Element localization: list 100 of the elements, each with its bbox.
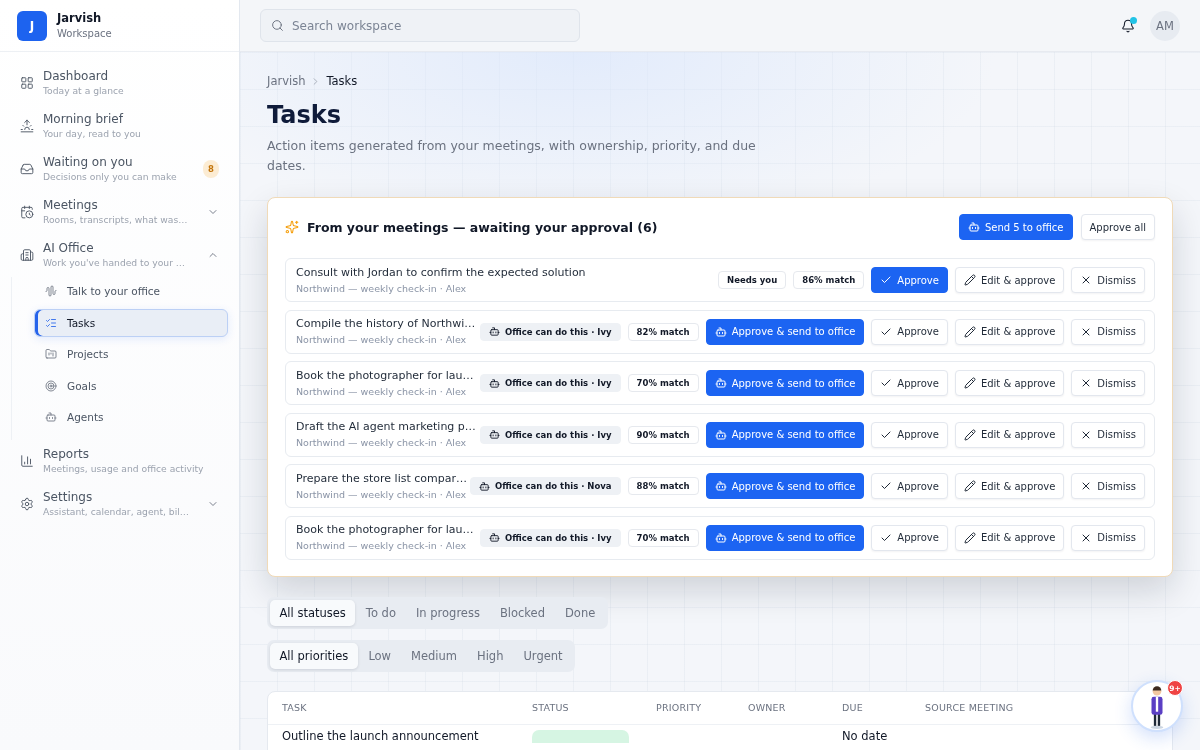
dismiss-button[interactable]: Dismiss <box>1071 421 1145 448</box>
dismiss-button[interactable]: Dismiss <box>1071 370 1145 397</box>
approve-send-button[interactable]: Approve & send to office <box>705 370 865 397</box>
task-title: Book the photographer for lau… <box>296 523 474 538</box>
breadcrumb-current: Tasks <box>326 74 358 88</box>
pencil-icon <box>963 531 976 544</box>
dismiss-button[interactable]: Dismiss <box>1071 473 1145 500</box>
task-title: Draft the AI agent marketing p… <box>296 420 476 435</box>
filter-option[interactable]: All priorities <box>270 642 358 669</box>
filter-option[interactable]: Medium <box>401 642 467 669</box>
edit-approve-button[interactable]: Edit & approve <box>954 370 1065 397</box>
filter-option[interactable]: Blocked <box>490 599 555 626</box>
approve-button[interactable]: Approve <box>871 524 948 551</box>
bar-chart-icon <box>20 454 34 469</box>
nav-item[interactable]: Morning brief Your day, read to you <box>0 105 239 148</box>
column-header[interactable]: STATUS <box>532 702 569 714</box>
pencil-icon <box>963 274 976 286</box>
filter-option[interactable]: To do <box>356 599 406 626</box>
nav-item[interactable]: Settings Assistant, calendar, agent, bil… <box>0 483 239 527</box>
checklist-icon <box>45 316 57 329</box>
edit-approve-button[interactable]: Edit & approve <box>954 524 1065 551</box>
filter-option[interactable]: All statuses <box>270 599 356 626</box>
column-header[interactable]: SOURCE MEETING <box>925 702 1014 714</box>
dismiss-button[interactable]: Dismiss <box>1071 318 1145 345</box>
edit-approve-button[interactable]: Edit & approve <box>954 318 1065 345</box>
approve-button[interactable]: Approve <box>871 267 948 293</box>
person-figure-icon <box>1149 685 1165 729</box>
target-icon <box>45 379 57 392</box>
column-header[interactable]: TASK <box>282 702 307 714</box>
task-source: Northwind — weekly check-in · Alex <box>296 384 467 398</box>
approve-all-button[interactable]: Approve all <box>1080 214 1155 240</box>
match-score: 70% match <box>627 528 699 547</box>
dismiss-button[interactable]: Dismiss <box>1071 267 1145 293</box>
folder-icon <box>45 348 57 361</box>
user-avatar[interactable]: AM <box>1150 10 1180 41</box>
workspace-label: Workspace <box>57 26 112 41</box>
edit-approve-button[interactable]: Edit & approve <box>954 473 1065 500</box>
nav-item[interactable]: Meetings Rooms, transcripts, what was… <box>0 191 239 234</box>
approve-button[interactable]: Approve <box>871 318 948 345</box>
task-title: Prepare the store list compar… <box>296 471 467 486</box>
task-title: Book the photographer for lau… <box>296 368 474 383</box>
task-source: Northwind — weekly check-in · Alex <box>296 487 467 501</box>
dismiss-button[interactable]: Dismiss <box>1071 524 1145 551</box>
agent-label: Office can do this · Ivy <box>504 378 612 389</box>
agent-label: Office can do this · Nova <box>494 481 612 492</box>
approve-send-button[interactable]: Approve & send to office <box>705 318 865 345</box>
search-input[interactable]: Search workspace <box>292 18 569 33</box>
filter-option[interactable]: High <box>467 642 513 669</box>
robot-icon <box>714 480 727 493</box>
waveform-icon <box>45 285 57 297</box>
approve-button[interactable]: Approve <box>871 421 948 448</box>
nav-subitem[interactable]: Tasks <box>34 308 228 337</box>
task-source: Northwind — weekly check-in · Alex <box>296 436 467 450</box>
robot-icon <box>714 325 727 338</box>
column-header[interactable]: PRIORITY <box>656 702 702 714</box>
nav-item[interactable]: Waiting on you Decisions only you can make 8 <box>0 148 239 191</box>
bell-icon <box>1121 18 1135 33</box>
nav-item[interactable]: Dashboard Today at a glance <box>0 62 239 105</box>
pencil-icon <box>963 377 976 390</box>
column-header[interactable]: OWNER <box>748 702 786 714</box>
match-score: 70% match <box>627 374 699 393</box>
search-field[interactable]: Search workspace <box>260 9 580 42</box>
robot-icon <box>488 326 500 338</box>
approve-button[interactable]: Approve <box>871 370 948 397</box>
nav-subitem[interactable]: Projects <box>34 340 228 369</box>
nav-subitem[interactable]: Goals <box>34 371 228 400</box>
filter-option[interactable]: Urgent <box>513 642 573 669</box>
robot-icon <box>967 221 980 233</box>
robot-icon <box>45 411 57 424</box>
approve-send-button[interactable]: Approve & send to office <box>705 421 865 448</box>
filter-option[interactable]: In progress <box>406 599 490 626</box>
approve-button[interactable]: Approve <box>871 473 948 500</box>
match-score: 82% match <box>627 322 699 341</box>
pencil-icon <box>963 325 976 338</box>
pencil-icon <box>963 480 976 493</box>
match-score: 88% match <box>627 477 699 496</box>
inbox-icon <box>20 162 34 176</box>
table-cell: No date <box>842 729 888 743</box>
nav-subitem[interactable]: Agents <box>34 403 228 432</box>
nav-subitem[interactable]: Talk to your office <box>34 277 228 305</box>
column-header[interactable]: DUE <box>842 702 863 714</box>
approve-send-button[interactable]: Approve & send to office <box>705 473 865 500</box>
pencil-icon <box>963 428 976 441</box>
page-description: Action items generated from your meetings, with ownership, priority, and due dates. <box>267 137 757 175</box>
match-score: 86% match <box>793 271 865 289</box>
filter-option[interactable]: Done <box>555 599 605 626</box>
robot-icon <box>488 532 500 544</box>
edit-approve-button[interactable]: Edit & approve <box>954 267 1065 293</box>
building-icon <box>20 248 34 262</box>
edit-approve-button[interactable]: Edit & approve <box>954 421 1065 448</box>
approve-send-button[interactable]: Approve & send to office <box>705 524 865 551</box>
breadcrumb-link[interactable]: Jarvish <box>267 74 306 88</box>
nav-item[interactable]: AI Office Work you've handed to your … <box>0 234 239 277</box>
filter-option[interactable]: Low <box>358 642 401 669</box>
task-title: Compile the history of Northwi… <box>296 317 476 332</box>
send-to-office-button[interactable]: Send 5 to office <box>958 214 1073 240</box>
search-icon <box>271 19 284 32</box>
robot-icon <box>714 377 727 390</box>
nav-item[interactable]: Reports Meetings, usage and office activity <box>0 440 239 484</box>
task-source: Northwind — weekly check-in · Alex <box>296 333 467 347</box>
